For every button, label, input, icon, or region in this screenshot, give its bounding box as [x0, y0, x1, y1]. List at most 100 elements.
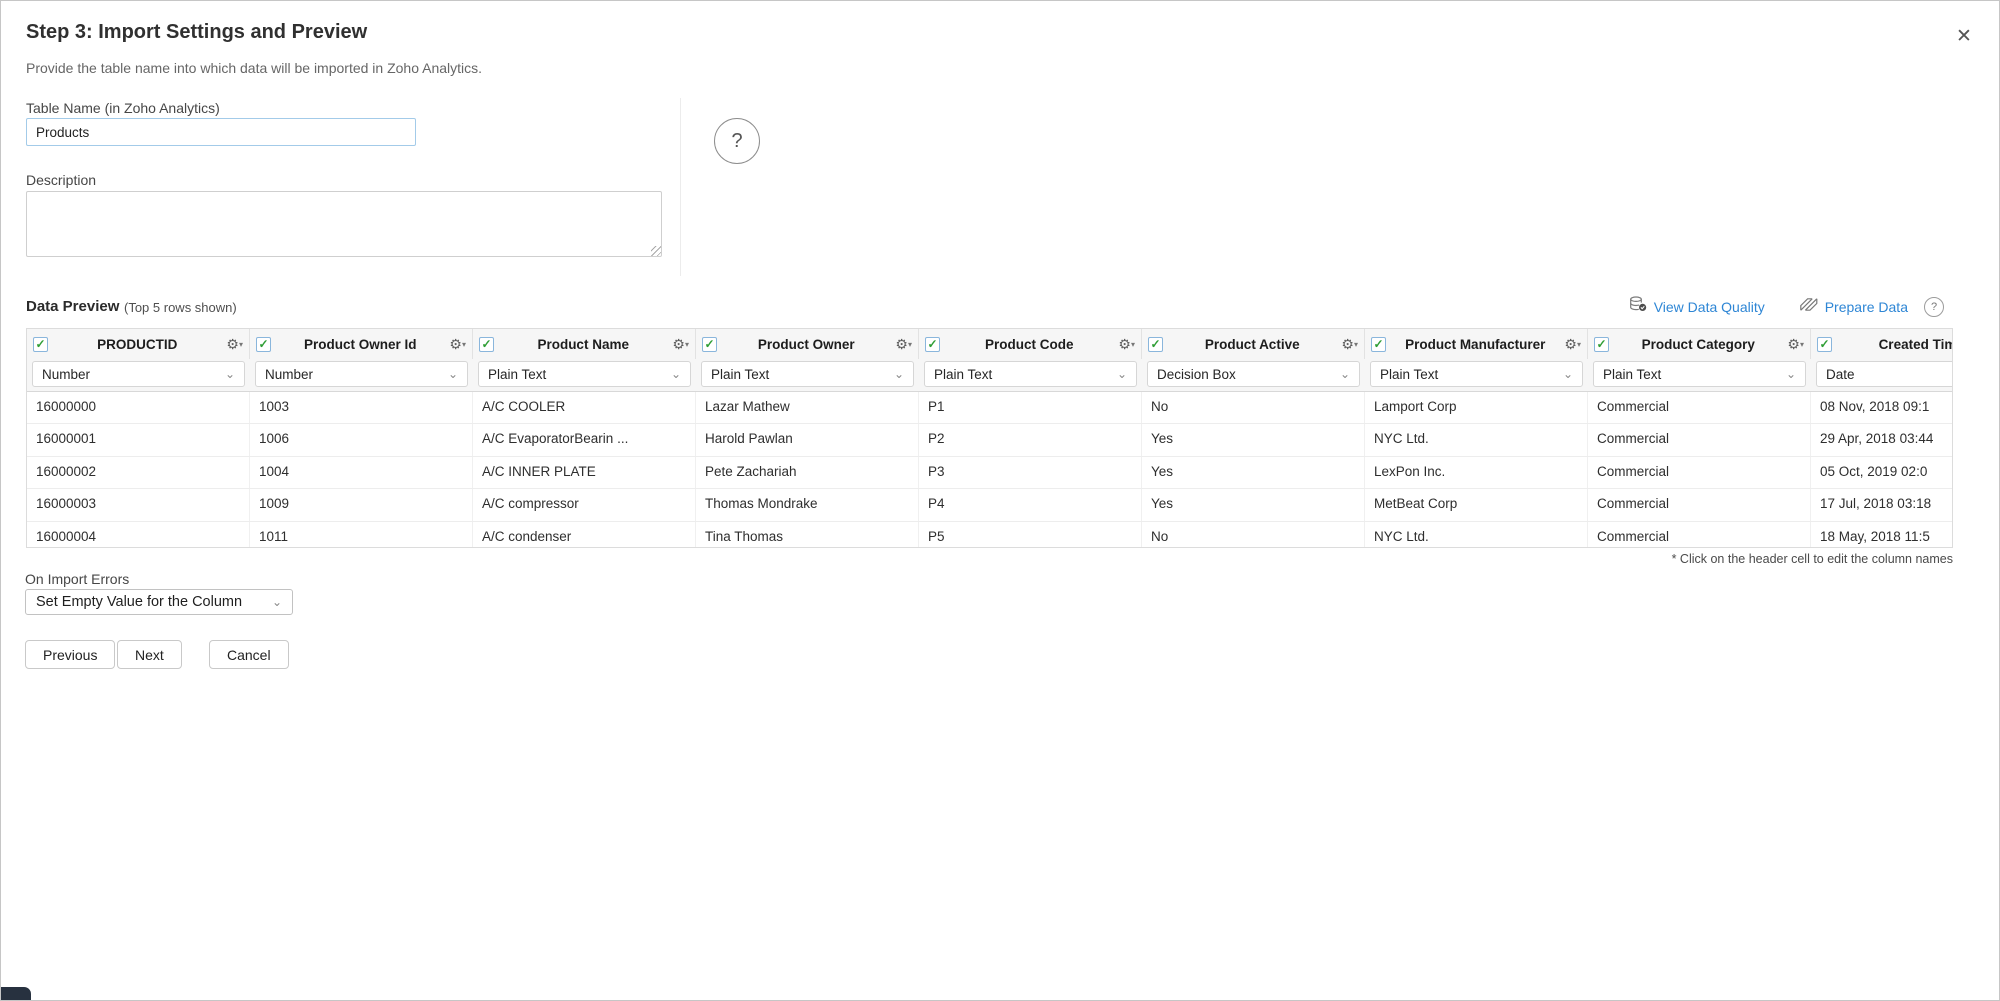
- column-type-select[interactable]: Number ⌄: [32, 361, 245, 387]
- column-header-5[interactable]: ✓Product Active⚙▾: [1142, 329, 1365, 359]
- chevron-down-icon: ⌄: [1786, 367, 1796, 381]
- table-name-label: Table Name (in Zoho Analytics): [26, 100, 220, 116]
- description-textarea[interactable]: [26, 191, 662, 257]
- column-checkbox[interactable]: ✓: [479, 337, 494, 352]
- column-type-value: Plain Text: [711, 367, 769, 382]
- table-cell: Tina Thomas: [696, 522, 919, 548]
- column-header-2[interactable]: ✓Product Name⚙▾: [473, 329, 696, 359]
- column-type-value: Plain Text: [488, 367, 546, 382]
- table-cell: No: [1142, 522, 1365, 548]
- column-type-select[interactable]: Number⌄: [255, 361, 468, 387]
- column-type-select[interactable]: Plain Text ⌄: [1370, 361, 1583, 387]
- chevron-down-icon: ⌄: [1563, 367, 1573, 381]
- column-title[interactable]: Product Active: [1163, 337, 1341, 352]
- table-cell: Commercial: [1588, 424, 1811, 455]
- column-checkbox[interactable]: ✓: [925, 337, 940, 352]
- prepare-data-icon: [1799, 297, 1818, 317]
- column-title[interactable]: Product Manufacturer: [1386, 337, 1564, 352]
- column-title[interactable]: Product Name: [494, 337, 672, 352]
- column-type-select[interactable]: Plain Text⌄: [478, 361, 691, 387]
- gear-icon[interactable]: ⚙▾: [895, 336, 912, 353]
- table-cell: 17 Jul, 2018 03:18: [1811, 489, 1953, 520]
- column-header-4[interactable]: ✓Product Code⚙▾: [919, 329, 1142, 359]
- table-row: 160000041011A/C condenserTina ThomasP5No…: [27, 522, 1953, 548]
- header-row: ✓PRODUCTID⚙▾✓Product Owner Id⚙▾✓Product …: [27, 329, 1953, 359]
- column-checkbox[interactable]: ✓: [702, 337, 717, 352]
- preview-help-icon[interactable]: ?: [1924, 297, 1944, 317]
- gear-icon[interactable]: ⚙▾: [1341, 336, 1358, 353]
- import-wizard-dialog: Step 3: Import Settings and Preview Prov…: [0, 0, 2000, 1001]
- column-type-select[interactable]: Date⌄: [1816, 361, 1953, 387]
- column-checkbox[interactable]: ✓: [1594, 337, 1609, 352]
- column-title[interactable]: PRODUCTID: [48, 337, 226, 352]
- column-type-select[interactable]: Decision Box⌄: [1147, 361, 1360, 387]
- close-icon[interactable]: ✕: [1949, 21, 1979, 51]
- type-row: Number ⌄ Number ⌄ Plain Text ⌄ Plain Text ⌄ Plai…: [27, 359, 1953, 391]
- view-data-quality-label: View Data Quality: [1654, 299, 1765, 315]
- type-cell: Decision Box⌄: [1142, 359, 1365, 391]
- chevron-down-icon: ⌄: [225, 367, 235, 381]
- column-type-value: Number: [42, 367, 90, 382]
- table-cell: 16000002: [27, 457, 250, 488]
- column-type-select[interactable]: Plain Text ⌄: [1593, 361, 1806, 387]
- column-header-6[interactable]: ✓Product Manufacturer⚙▾: [1365, 329, 1588, 359]
- gear-caret-icon: ▾: [908, 340, 912, 349]
- table-cell: Pete Zachariah: [696, 457, 919, 488]
- column-type-value: Date: [1826, 367, 1855, 382]
- column-checkbox[interactable]: ✓: [1371, 337, 1386, 352]
- column-type-select[interactable]: Plain Text⌄: [701, 361, 914, 387]
- table-header: ✓PRODUCTID⚙▾✓Product Owner Id⚙▾✓Product …: [27, 329, 1953, 392]
- gear-caret-icon: ▾: [1577, 340, 1581, 349]
- table-cell: P4: [919, 489, 1142, 520]
- column-header-0[interactable]: ✓PRODUCTID⚙▾: [27, 329, 250, 359]
- help-icon[interactable]: ?: [714, 118, 760, 164]
- table-cell: LexPon Inc.: [1365, 457, 1588, 488]
- gear-icon[interactable]: ⚙▾: [1787, 336, 1804, 353]
- previous-button[interactable]: Previous: [25, 640, 115, 669]
- table-cell: Commercial: [1588, 392, 1811, 423]
- column-title[interactable]: Product Category: [1609, 337, 1787, 352]
- column-checkbox[interactable]: ✓: [33, 337, 48, 352]
- gear-caret-icon: ▾: [1800, 340, 1804, 349]
- gear-caret-icon: ▾: [685, 340, 689, 349]
- column-type-value: Number: [265, 367, 313, 382]
- column-title[interactable]: Created Time: [1832, 337, 1953, 352]
- prepare-data-link[interactable]: Prepare Data: [1799, 297, 1908, 317]
- table-cell: 1006: [250, 424, 473, 455]
- table-cell: 08 Nov, 2018 09:1: [1811, 392, 1953, 423]
- column-checkbox[interactable]: ✓: [1148, 337, 1163, 352]
- column-checkbox[interactable]: ✓: [256, 337, 271, 352]
- column-header-1[interactable]: ✓Product Owner Id⚙▾: [250, 329, 473, 359]
- column-type-value: Plain Text: [1380, 367, 1438, 382]
- gear-icon[interactable]: ⚙▾: [1564, 336, 1581, 353]
- column-title[interactable]: Product Owner Id: [271, 337, 449, 352]
- table-row: 160000021004A/C INNER PLATEPete Zacharia…: [27, 457, 1953, 489]
- gear-icon[interactable]: ⚙▾: [1118, 336, 1135, 353]
- gear-icon[interactable]: ⚙▾: [672, 336, 689, 353]
- view-data-quality-link[interactable]: View Data Quality: [1629, 296, 1765, 317]
- chevron-down-icon: ⌄: [1117, 367, 1127, 381]
- column-type-value: Plain Text: [1603, 367, 1661, 382]
- column-header-3[interactable]: ✓Product Owner⚙▾: [696, 329, 919, 359]
- table-cell: 29 Apr, 2018 03:44: [1811, 424, 1953, 455]
- column-header-7[interactable]: ✓Product Category⚙▾: [1588, 329, 1811, 359]
- table-name-input[interactable]: [26, 118, 416, 146]
- on-import-errors-select[interactable]: Set Empty Value for the Column ⌄: [25, 589, 293, 615]
- type-cell: Number ⌄: [27, 359, 250, 391]
- gear-icon[interactable]: ⚙▾: [226, 336, 243, 353]
- table-footnote: * Click on the header cell to edit the c…: [26, 552, 1953, 566]
- type-cell: Number⌄: [250, 359, 473, 391]
- cancel-button[interactable]: Cancel: [209, 640, 289, 669]
- column-type-select[interactable]: Plain Text ⌄: [924, 361, 1137, 387]
- table-cell: Commercial: [1588, 522, 1811, 548]
- column-type-value: Decision Box: [1157, 367, 1236, 382]
- table-cell: A/C EvaporatorBearin ...: [473, 424, 696, 455]
- column-header-8[interactable]: ✓Created Time⚙▾: [1811, 329, 1953, 359]
- column-title[interactable]: Product Code: [940, 337, 1118, 352]
- column-type-value: Plain Text: [934, 367, 992, 382]
- gear-icon[interactable]: ⚙▾: [449, 336, 466, 353]
- data-preview-title: Data Preview: [26, 298, 119, 315]
- column-checkbox[interactable]: ✓: [1817, 337, 1832, 352]
- column-title[interactable]: Product Owner: [717, 337, 895, 352]
- next-button[interactable]: Next: [117, 640, 182, 669]
